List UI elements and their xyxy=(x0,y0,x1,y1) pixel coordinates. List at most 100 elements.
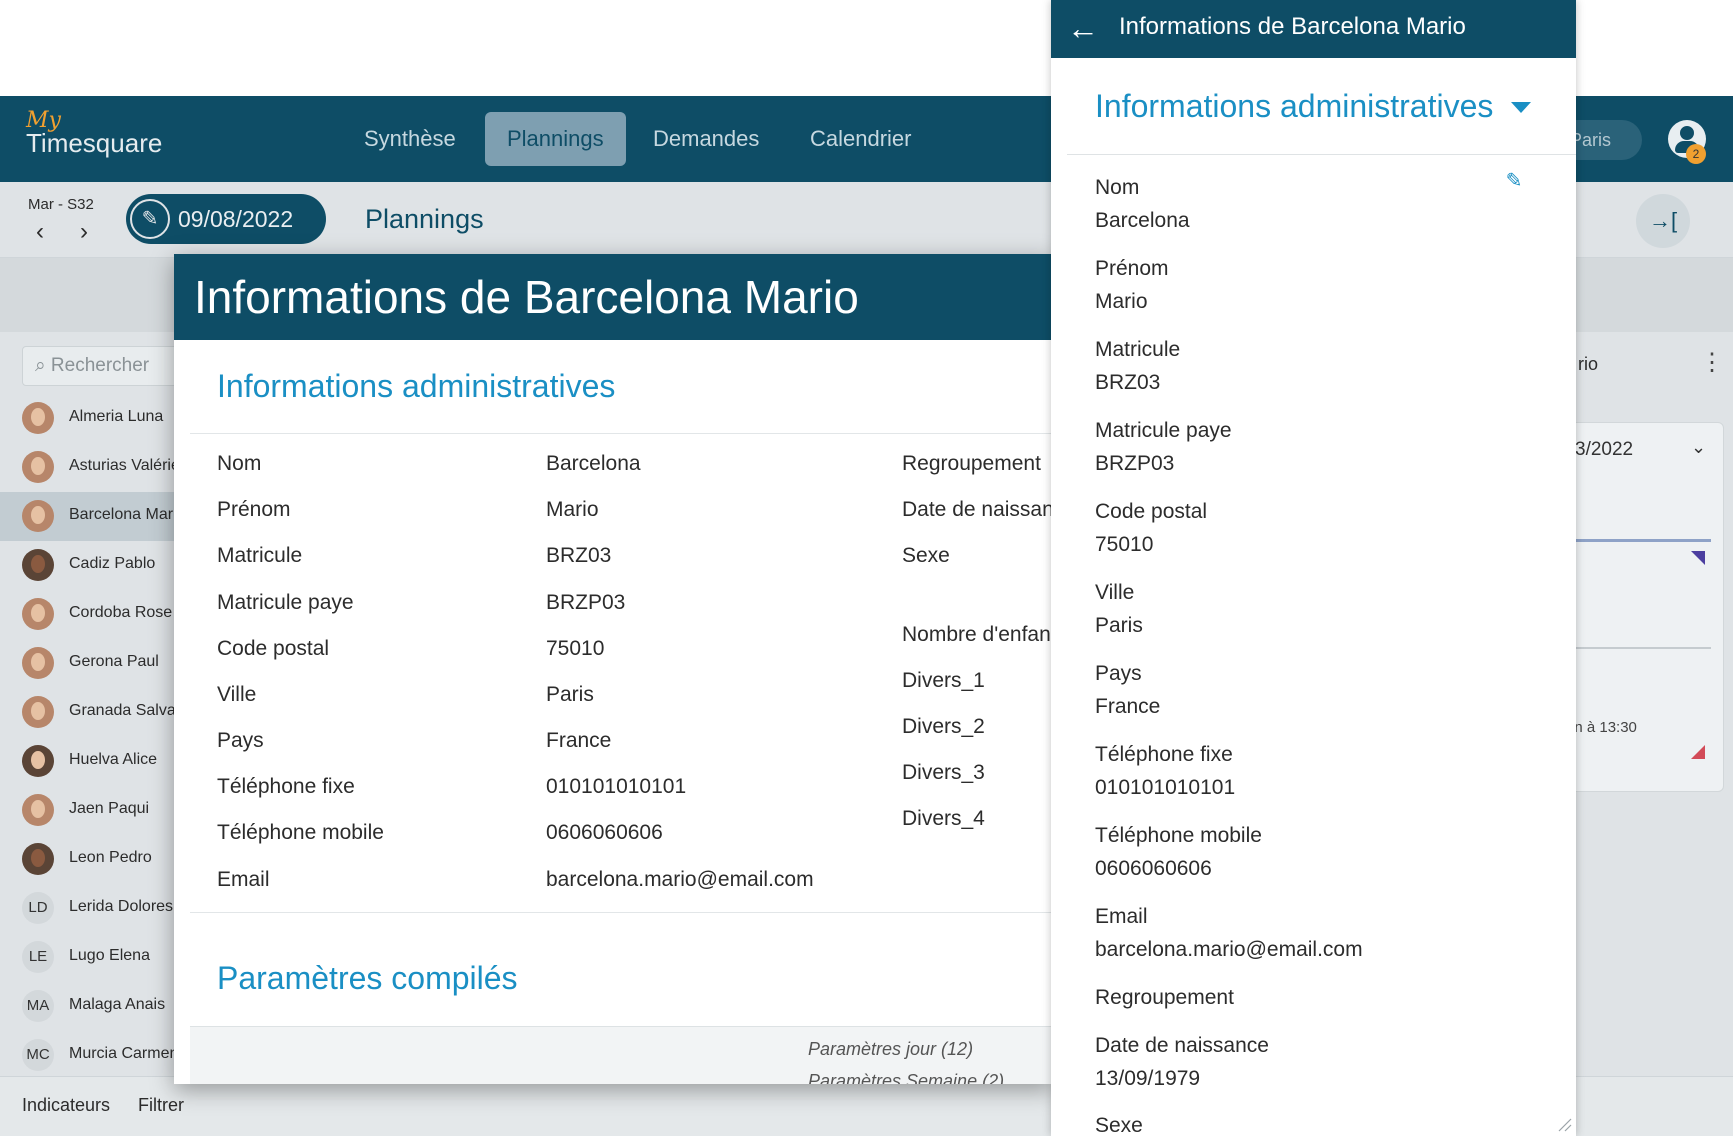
param-row[interactable]: Paramètres Semaine (2) xyxy=(808,1071,1004,1084)
param-row[interactable]: Paramètres jour (12) xyxy=(808,1039,973,1060)
field-label: Sexe xyxy=(902,544,950,567)
employee-item[interactable]: Cadiz Pablo xyxy=(0,541,178,590)
edit-pencil-icon[interactable]: ✎ xyxy=(1503,170,1525,192)
employee-item[interactable]: Cordoba Rose xyxy=(0,590,178,639)
logo-name: Timesquare xyxy=(26,128,163,158)
avatar xyxy=(22,647,54,679)
employee-name: Almeria Luna xyxy=(69,408,164,425)
avatar xyxy=(22,745,54,777)
filtrer-link[interactable]: Filtrer xyxy=(138,1095,184,1116)
nav-tab-synthese[interactable]: Synthèse xyxy=(342,112,478,166)
employee-item[interactable]: Asturias Valérie xyxy=(0,443,180,492)
employee-item[interactable]: MC Murcia Carmen xyxy=(0,1031,178,1080)
avatar xyxy=(22,598,54,630)
caret-down-icon[interactable] xyxy=(1511,102,1531,113)
employee-name: Gerona Paul xyxy=(69,653,159,670)
employee-item[interactable]: Jaen Paqui xyxy=(0,786,178,835)
date-picker[interactable]: ✎ 09/08/2022 xyxy=(126,194,326,244)
field-value: BRZP03 xyxy=(546,591,626,614)
avatar xyxy=(22,549,54,581)
employee-name: Leon Pedro xyxy=(69,849,152,866)
bg-card-date: 3/2022 xyxy=(1575,439,1634,460)
field-label: Nombre d'enfants xyxy=(902,623,1054,646)
section-title-admin: Informations administratives xyxy=(217,368,616,404)
field-value: 010101010101 xyxy=(546,775,687,798)
field-label: Matricule paye xyxy=(217,591,354,614)
employee-item[interactable]: LE Lugo Elena xyxy=(0,933,178,982)
panel-field-label: Téléphone mobile xyxy=(1095,824,1262,847)
employee-item[interactable]: Leon Pedro xyxy=(0,835,178,884)
avatar xyxy=(22,843,54,875)
panel-field-value: BRZP03 xyxy=(1095,452,1175,475)
employee-item[interactable]: Granada Salvador xyxy=(0,688,199,737)
field-value: Mario xyxy=(546,498,599,521)
employee-item[interactable]: Almeria Luna xyxy=(0,394,178,443)
panel-field-value: 13/09/1979 xyxy=(1095,1067,1201,1090)
bg-card-divider xyxy=(1561,647,1711,649)
resize-grip-icon[interactable] xyxy=(1556,1116,1572,1132)
employee-name: Cadiz Pablo xyxy=(69,555,156,572)
field-value: Paris xyxy=(546,683,594,706)
more-options-icon[interactable]: ⋮ xyxy=(1700,348,1724,377)
bg-card-time: in à 13:30 xyxy=(1571,719,1637,736)
avatar-initials: MC xyxy=(22,1039,54,1071)
modal-title: Informations de Barcelona Mario xyxy=(194,271,859,323)
employee-item[interactable]: LD Lerida Dolores xyxy=(0,884,178,933)
marker-icon xyxy=(1691,551,1705,565)
avatar xyxy=(22,451,54,483)
bg-day-card: 3/2022 ⌄ in à 13:30 xyxy=(1560,422,1724,792)
employee-item[interactable]: MA Malaga Anais xyxy=(0,982,178,1031)
previous-week-button[interactable]: ‹ xyxy=(36,220,44,244)
panel-field-label: Pays xyxy=(1095,662,1142,685)
panel-field-label: Téléphone fixe xyxy=(1095,743,1233,766)
employee-list: Almeria Luna Asturias Valérie Barcelona … xyxy=(0,394,199,1080)
date-value: 09/08/2022 xyxy=(178,206,294,232)
field-label: Ville xyxy=(217,683,257,706)
employee-name: Barcelona Mario xyxy=(69,506,186,523)
bg-card-divider xyxy=(1561,539,1711,542)
employee-name: Asturias Valérie xyxy=(69,457,180,474)
search-icon: ⌕ xyxy=(35,355,46,376)
panel-field-label: Nom xyxy=(1095,176,1140,199)
panel-field-label: Matricule xyxy=(1095,338,1181,361)
panel-field-label: Date de naissance xyxy=(1095,1034,1269,1057)
panel-field-label: Regroupement xyxy=(1095,986,1234,1009)
notification-badge: 2 xyxy=(1686,144,1706,164)
panel-header: ← Informations de Barcelona Mario xyxy=(1051,0,1576,58)
avatar xyxy=(22,696,54,728)
nav-tab-demandes[interactable]: Demandes xyxy=(631,112,781,166)
search-input[interactable]: ⌕ Rechercher xyxy=(22,346,182,386)
logo[interactable]: My Timesquare xyxy=(26,110,163,158)
nav-tab-calendrier[interactable]: Calendrier xyxy=(788,112,934,166)
marker-icon xyxy=(1691,745,1705,759)
next-week-button[interactable]: › xyxy=(80,220,88,244)
panel-title: Informations de Barcelona Mario xyxy=(1119,13,1466,40)
employee-item-selected[interactable]: Barcelona Mario xyxy=(0,492,186,541)
field-value: France xyxy=(546,729,612,752)
panel-field-label: Email xyxy=(1095,905,1148,928)
chevron-down-icon[interactable]: ⌄ xyxy=(1691,437,1706,458)
panel-section-title[interactable]: Informations administratives xyxy=(1095,88,1493,125)
field-label: Matricule xyxy=(217,544,303,567)
divider xyxy=(1067,154,1576,155)
panel-field-value: BRZ03 xyxy=(1095,371,1161,394)
nav-tab-plannings[interactable]: Plannings xyxy=(485,112,626,166)
panel-field-value: barcelona.mario@email.com xyxy=(1095,938,1363,961)
employee-name: Murcia Carmen xyxy=(69,1045,179,1062)
field-label: Téléphone mobile xyxy=(217,821,384,844)
panel-field-value: France xyxy=(1095,695,1161,718)
field-label: Nom xyxy=(217,452,262,475)
employee-item[interactable]: Gerona Paul xyxy=(0,639,178,688)
field-value: 0606060606 xyxy=(546,821,663,844)
expand-panel-icon[interactable]: →[ xyxy=(1636,194,1690,248)
page-title: Plannings xyxy=(365,204,484,234)
field-value: barcelona.mario@email.com xyxy=(546,868,814,891)
employee-item[interactable]: Huelva Alice xyxy=(0,737,178,786)
avatar-initials: MA xyxy=(22,990,54,1022)
field-label: Pays xyxy=(217,729,264,752)
field-value: Barcelona xyxy=(546,452,641,475)
modal-header: Informations de Barcelona Mario xyxy=(174,254,1054,340)
indicateurs-link[interactable]: Indicateurs xyxy=(22,1095,110,1116)
back-arrow-icon[interactable]: ← xyxy=(1065,10,1101,46)
field-label: Date de naissance xyxy=(902,498,1054,521)
